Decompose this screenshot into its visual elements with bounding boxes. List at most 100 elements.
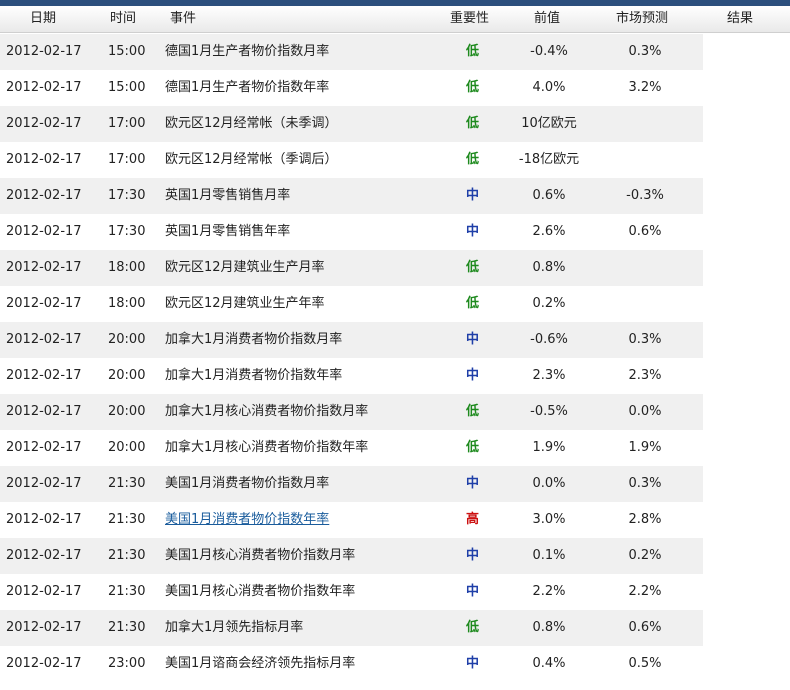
row-previous: -18亿欧元 [518, 152, 580, 167]
row-event: 欧元区12月建筑业生产月率 [165, 260, 325, 275]
row-importance: 低 [466, 80, 480, 95]
row-date: 2012-02-17 [6, 548, 82, 563]
row-event: 欧元区12月经常帐（未季调） [165, 116, 338, 131]
row-importance: 低 [466, 152, 480, 167]
row-event: 美国1月核心消费者物价指数月率 [165, 548, 356, 563]
row-time: 21:30 [108, 548, 146, 563]
table-row: 2012-02-17 17:30 英国1月零售销售年率 中 2.6% 0.6% [0, 214, 703, 250]
row-forecast: 1.9% [628, 440, 662, 455]
row-time: 17:30 [108, 188, 146, 203]
row-date: 2012-02-17 [6, 512, 82, 527]
row-event: 德国1月生产者物价指数月率 [165, 44, 330, 59]
row-event: 美国1月核心消费者物价指数年率 [165, 584, 356, 599]
row-event: 欧元区12月建筑业生产年率 [165, 296, 325, 311]
header-forecast: 市场预测 [616, 11, 669, 26]
row-event: 加拿大1月消费者物价指数月率 [165, 332, 343, 347]
table-row: 2012-02-17 21:30 美国1月核心消费者物价指数年率 中 2.2% 2.2% [0, 574, 703, 610]
row-importance: 中 [466, 548, 480, 563]
row-date: 2012-02-17 [6, 44, 82, 59]
table-row: 2012-02-17 21:30 美国1月消费者物价指数月率 中 0.0% 0.3% [0, 466, 703, 502]
row-forecast: 0.3% [628, 476, 662, 491]
row-time: 21:30 [108, 476, 146, 491]
calendar-table-body: 2012-02-17 15:00 德国1月生产者物价指数月率低 -0.4% 0.3% 20… [0, 34, 703, 682]
row-date: 2012-02-17 [6, 440, 82, 455]
row-date: 2012-02-17 [6, 368, 82, 383]
row-forecast: 0.3% [628, 44, 662, 59]
row-forecast: 0.5% [628, 656, 662, 671]
row-importance: 低 [466, 296, 480, 311]
row-previous: 0.2% [532, 296, 566, 311]
table-header: 日期 时间 事件 重要性 前值 市场预测 结果 [0, 6, 790, 33]
row-importance: 中 [466, 656, 480, 671]
row-date: 2012-02-17 [6, 188, 82, 203]
row-date: 2012-02-17 [6, 620, 82, 635]
table-row: 2012-02-17 20:00 加拿大1月消费者物价指数年率 中 2.3% 2.3% [0, 358, 703, 394]
row-forecast: 0.0% [628, 404, 662, 419]
row-importance: 低 [466, 44, 480, 59]
table-row: 2012-02-17 21:30 美国1月消费者物价指数年率 高 3.0% 2.8% [0, 502, 703, 538]
row-previous: 10亿欧元 [521, 116, 577, 131]
row-previous: 0.4% [532, 656, 566, 671]
row-forecast: 2.8% [628, 512, 662, 527]
row-forecast: -0.3% [626, 188, 664, 203]
row-event-link[interactable]: 美国1月消费者物价指数年率 [165, 502, 329, 538]
table-row: 2012-02-17 21:30 加拿大1月领先指标月率 低 0.8% 0.6% [0, 610, 703, 646]
row-event: 加拿大1月核心消费者物价指数月率 [165, 404, 369, 419]
header-importance: 重要性 [450, 11, 490, 26]
row-importance: 低 [466, 440, 480, 455]
row-event: 加拿大1月核心消费者物价指数年率 [165, 440, 369, 455]
row-event: 英国1月零售销售年率 [165, 224, 291, 239]
row-event: 加拿大1月消费者物价指数年率 [165, 368, 343, 383]
table-row: 2012-02-17 20:00 加拿大1月核心消费者物价指数年率 低 1.9% 1.9% [0, 430, 703, 466]
row-event: 欧元区12月经常帐（季调后） [165, 152, 338, 167]
row-time: 20:00 [108, 368, 146, 383]
row-forecast: 2.3% [628, 368, 662, 383]
row-time: 17:00 [108, 152, 146, 167]
row-time: 18:00 [108, 296, 146, 311]
row-date: 2012-02-17 [6, 656, 82, 671]
row-importance: 高 [466, 512, 480, 527]
header-event: 事件 [170, 11, 197, 26]
table-row: 2012-02-17 15:00 德国1月生产者物价指数月率 低 -0.4% 0.3% [0, 34, 703, 70]
row-forecast: 0.3% [628, 332, 662, 347]
row-date: 2012-02-17 [6, 80, 82, 95]
row-date: 2012-02-17 [6, 404, 82, 419]
row-importance: 低 [466, 260, 480, 275]
row-time: 21:30 [108, 620, 146, 635]
row-previous: 1.9% [532, 440, 566, 455]
row-importance: 中 [466, 368, 480, 383]
row-event: 加拿大1月领先指标月率 [165, 620, 304, 635]
row-previous: 0.1% [532, 548, 566, 563]
header-previous: 前值 [534, 11, 561, 26]
row-date: 2012-02-17 [6, 260, 82, 275]
row-date: 2012-02-17 [6, 224, 82, 239]
row-previous: 2.2% [532, 584, 566, 599]
row-previous: 0.8% [532, 620, 566, 635]
row-importance: 低 [466, 404, 480, 419]
row-time: 20:00 [108, 404, 146, 419]
row-previous: 4.0% [532, 80, 566, 95]
row-time: 17:30 [108, 224, 146, 239]
row-forecast: 0.6% [628, 224, 662, 239]
table-row: 2012-02-17 18:00 欧元区12月建筑业生产月率 低 0.8% [0, 250, 703, 286]
row-date: 2012-02-17 [6, 296, 82, 311]
row-time: 21:30 [108, 512, 146, 527]
row-importance: 低 [466, 116, 480, 131]
table-row: 2012-02-17 17:30 英国1月零售销售月率 中 0.6% -0.3% [0, 178, 703, 214]
row-date: 2012-02-17 [6, 476, 82, 491]
row-time: 21:30 [108, 584, 146, 599]
row-previous: 3.0% [532, 512, 566, 527]
row-time: 15:00 [108, 80, 146, 95]
row-previous: 0.8% [532, 260, 566, 275]
row-importance: 中 [466, 584, 480, 599]
row-importance: 低 [466, 620, 480, 635]
row-event: 美国1月谘商会经济领先指标月率 [165, 656, 356, 671]
table-row: 2012-02-17 20:00 加拿大1月核心消费者物价指数月率 低 -0.5% 0.0… [0, 394, 703, 430]
table-row: 2012-02-17 18:00 欧元区12月建筑业生产年率 低 0.2% [0, 286, 703, 322]
row-previous: -0.6% [530, 332, 568, 347]
row-time: 17:00 [108, 116, 146, 131]
row-date: 2012-02-17 [6, 116, 82, 131]
header-date: 日期 [30, 11, 57, 26]
row-importance: 中 [466, 224, 480, 239]
row-importance: 中 [466, 476, 480, 491]
